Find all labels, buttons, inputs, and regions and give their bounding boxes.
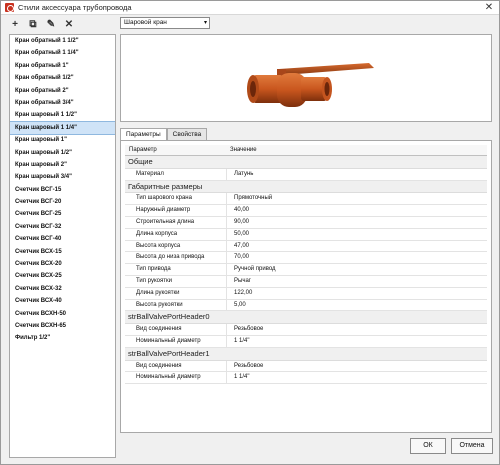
list-item[interactable]: Счетчик ВСХН-65: [10, 320, 115, 332]
parameter-name: Материал: [136, 170, 164, 177]
tab-properties[interactable]: Свойства: [166, 128, 208, 140]
accessory-type-value: Шаровой кран: [124, 19, 167, 26]
parameter-name: Длина корпуса: [136, 230, 178, 237]
grid-row[interactable]: Высота до низа привода 70,00: [125, 252, 487, 265]
parameter-name: Вид соединения: [136, 362, 182, 369]
parameter-name: Вид соединения: [136, 326, 182, 333]
grid-category[interactable]: strBallValvePortHeader0: [125, 311, 487, 325]
grid-row[interactable]: Номинальный диаметр 1 1/4": [125, 335, 487, 348]
parameter-name: Высота корпуса: [136, 242, 181, 249]
parameter-value[interactable]: Резьбовое: [226, 324, 487, 335]
app-icon: [5, 3, 14, 12]
grid-category[interactable]: strBallValvePortHeader1: [125, 347, 487, 361]
grid-category[interactable]: Габаритные размеры: [125, 180, 487, 194]
parameter-value[interactable]: 1 1/4": [226, 372, 487, 384]
title-bar: Стили аксессуара трубопровода ✕: [1, 1, 499, 15]
window-close-button[interactable]: ✕: [483, 2, 495, 14]
list-item[interactable]: Счетчик ВСХ-32: [10, 283, 115, 295]
list-item[interactable]: Счетчик ВСГ-20: [10, 196, 115, 208]
list-item[interactable]: Кран шаровый 1 1/2": [10, 109, 115, 121]
list-item[interactable]: Кран обратный 1 1/4": [10, 47, 115, 59]
parameter-value[interactable]: Латунь: [226, 168, 487, 180]
parameter-name: Номинальный диаметр: [136, 337, 201, 344]
grid-row[interactable]: Номинальный диаметр 1 1/4": [125, 372, 487, 385]
toolbar: + ⧉ ✎ ✕: [9, 17, 75, 31]
list-item[interactable]: Счетчик ВСХ-15: [10, 246, 115, 258]
parameter-value[interactable]: 40,00: [226, 205, 487, 216]
list-item[interactable]: Кран шаровый 1 1/4": [10, 120, 115, 136]
grid-row[interactable]: Наружный диаметр 40,00: [125, 205, 487, 217]
list-item[interactable]: Счетчик ВСГ-40: [10, 233, 115, 245]
parameter-value[interactable]: 70,00: [226, 252, 487, 264]
parameter-value[interactable]: Ручной привод: [226, 264, 487, 275]
grid-row[interactable]: Длина рукоятки 122,00: [125, 287, 487, 300]
list-item[interactable]: Кран обратный 1": [10, 60, 115, 72]
parameter-name: Высота до низа привода: [136, 254, 205, 261]
list-item[interactable]: Кран обратный 2": [10, 85, 115, 97]
grid-category[interactable]: Общие: [125, 156, 487, 169]
parameter-value[interactable]: 5,00: [226, 299, 487, 311]
accessory-type-select[interactable]: Шаровой кран ▾: [120, 17, 210, 29]
list-item[interactable]: Кран шаровый 1/2": [10, 147, 115, 159]
list-item[interactable]: Счетчик ВСГ-25: [10, 208, 115, 220]
grid-row[interactable]: Высота рукоятки 5,00: [125, 299, 487, 312]
parameter-name: Номинальный диаметр: [136, 374, 201, 381]
parameter-value[interactable]: 50,00: [226, 228, 487, 240]
list-item[interactable]: Счетчик ВСХ-20: [10, 258, 115, 270]
parameter-value[interactable]: Рычаг: [226, 275, 487, 287]
parameter-value[interactable]: 90,00: [226, 216, 487, 228]
parameter-name: Высота рукоятки: [136, 301, 183, 308]
parameter-value[interactable]: 1 1/4": [226, 335, 487, 347]
list-item[interactable]: Счетчик ВСХ-40: [10, 295, 115, 307]
grid-row[interactable]: Тип рукоятки Рычаг: [125, 275, 487, 288]
column-header-value: Значение: [230, 147, 257, 153]
list-item[interactable]: Фильтр 1/2": [10, 332, 115, 344]
list-item[interactable]: Кран обратный 1/2": [10, 72, 115, 84]
dialog-window: Стили аксессуара трубопровода ✕ + ⧉ ✎ ✕ …: [0, 0, 500, 465]
tab-strip: Параметры Свойства: [120, 128, 208, 141]
list-item[interactable]: Кран шаровый 3/4": [10, 171, 115, 183]
list-item[interactable]: Кран шаровый 1": [10, 134, 115, 146]
parameter-value[interactable]: 47,00: [226, 240, 487, 252]
cancel-button[interactable]: Отмена: [451, 438, 493, 454]
list-item[interactable]: Кран обратный 1 1/2": [10, 35, 115, 47]
preview-panel: [120, 34, 492, 122]
grid-row[interactable]: Тип привода Ручной привод: [125, 264, 487, 276]
grid-row[interactable]: Тип шарового крана Прямоточный: [125, 193, 487, 206]
parameter-value[interactable]: 122,00: [226, 287, 487, 299]
ok-button[interactable]: ОК: [410, 438, 446, 454]
add-style-button[interactable]: +: [9, 18, 21, 30]
list-item[interactable]: Счетчик ВСХН-50: [10, 308, 115, 320]
grid-row[interactable]: Вид соединения Резьбовое: [125, 324, 487, 336]
parameter-name: Тип рукоятки: [136, 277, 172, 284]
grid-body: Общие Материал Латунь Габаритные размеры Тип…: [125, 156, 487, 385]
list-item[interactable]: Счетчик ВСГ-32: [10, 221, 115, 233]
parameter-name: Тип шарового крана: [136, 195, 192, 202]
parameter-value[interactable]: Резьбовое: [226, 360, 487, 372]
list-item[interactable]: Кран шаровый 2": [10, 159, 115, 171]
ball-valve-preview-image: [247, 63, 374, 107]
parameters-grid[interactable]: Параметр Значение Общие Материал Латунь Габ…: [120, 140, 492, 433]
window-title: Стили аксессуара трубопровода: [18, 3, 132, 12]
grid-row[interactable]: Длина корпуса 50,00: [125, 228, 487, 241]
grid-row[interactable]: Материал Латунь: [125, 168, 487, 181]
copy-style-button[interactable]: ⧉: [27, 18, 39, 30]
delete-style-button[interactable]: ✕: [63, 18, 75, 30]
edit-style-button[interactable]: ✎: [45, 18, 57, 30]
list-item[interactable]: Счетчик ВСХ-25: [10, 270, 115, 282]
column-header-parameter: Параметр: [129, 147, 157, 153]
parameter-name: Строительная длина: [136, 218, 195, 225]
list-item[interactable]: Кран обратный 3/4": [10, 97, 115, 109]
list-item[interactable]: Счетчик ВСГ-15: [10, 184, 115, 196]
chevron-down-icon: ▾: [203, 20, 207, 26]
style-list[interactable]: Кран обратный 1 1/2" Кран обратный 1 1/4"…: [9, 34, 116, 458]
grid-row[interactable]: Вид соединения Резьбовое: [125, 360, 487, 373]
parameter-name: Тип привода: [136, 266, 171, 273]
parameter-value[interactable]: Прямоточный: [226, 193, 487, 205]
grid-row[interactable]: Высота корпуса 47,00: [125, 240, 487, 253]
grid-header: Параметр Значение: [125, 145, 487, 156]
parameter-name: Длина рукоятки: [136, 289, 180, 296]
parameter-name: Наружный диаметр: [136, 207, 191, 214]
grid-row[interactable]: Строительная длина 90,00: [125, 216, 487, 229]
